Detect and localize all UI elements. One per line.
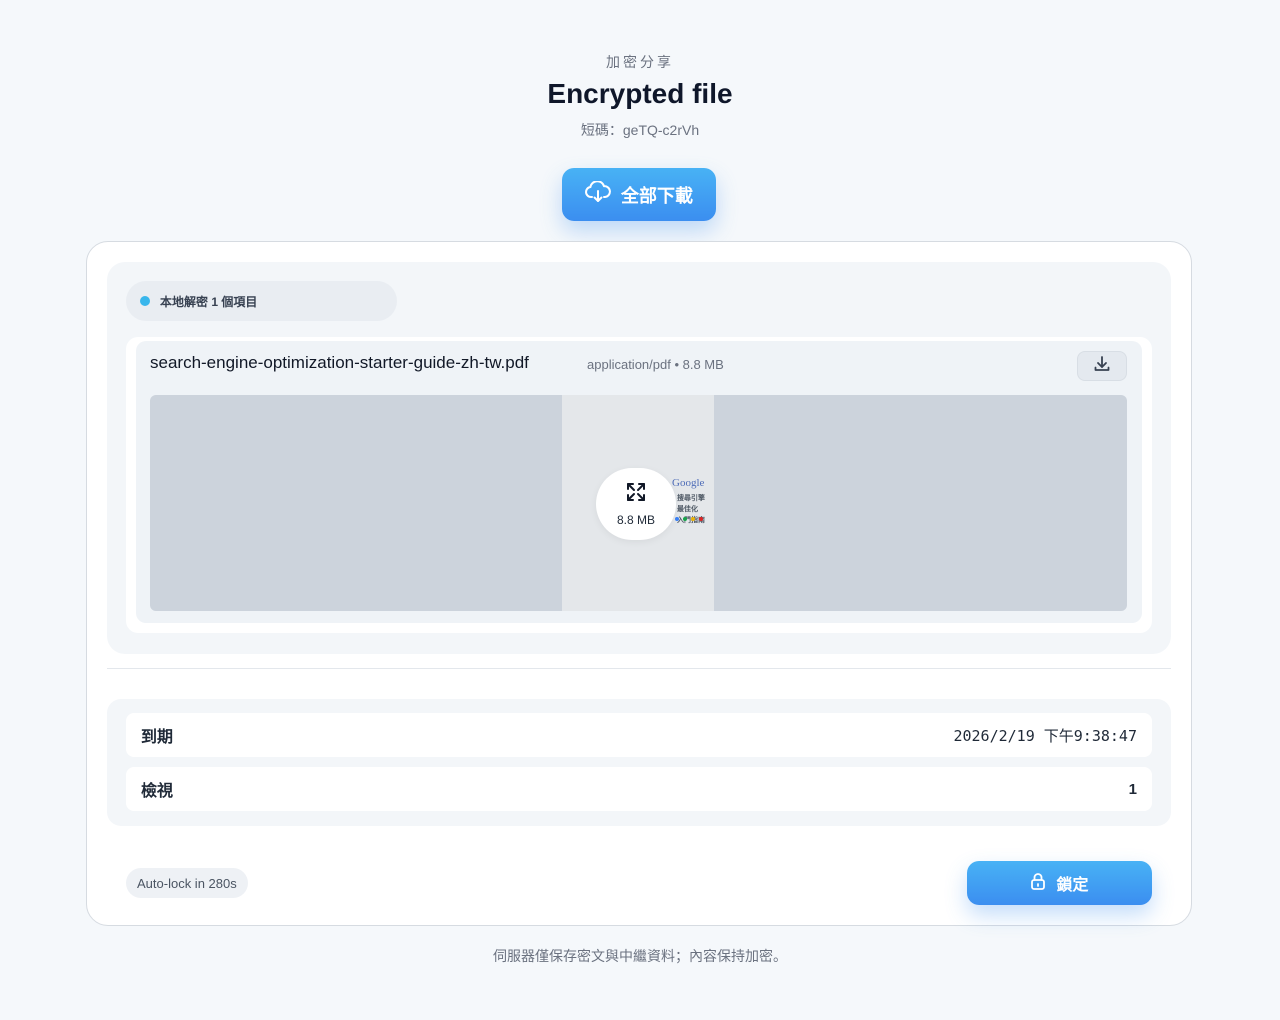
expand-preview-button[interactable]: 8.8 MB (596, 468, 676, 540)
download-all-label: 全部下載 (621, 185, 693, 206)
preview-brand: Google (672, 477, 705, 489)
expiry-value: 2026/2/19 下午9:38:47 (953, 726, 1137, 745)
status-dot (140, 296, 150, 306)
autolock-badge: Auto-lock in 280s (126, 868, 248, 898)
status-badge: 本地解密 1 個項目 (126, 281, 397, 321)
details-panel: 到期 2026/2/19 下午9:38:47 檢視 1 (107, 699, 1171, 826)
brand-dot (699, 517, 703, 521)
file-item: search-engine-optimization-starter-guide… (126, 337, 1152, 633)
preview-title-line: 搜尋引擎最佳化 (677, 495, 705, 513)
views-label: 檢視 (141, 783, 174, 800)
file-download-button[interactable] (1077, 351, 1127, 381)
lock-label: 鎖定 (1056, 877, 1089, 894)
file-item-body: search-engine-optimization-starter-guide… (136, 341, 1142, 623)
share-card: 本地解密 1 個項目 search-engine-optimization-st… (86, 241, 1192, 926)
lock-button[interactable]: 鎖定 (967, 861, 1152, 905)
footer-note: 伺服器僅保存密文與中繼資料；內容保持加密。 (493, 948, 787, 964)
preview-title: 搜尋引擎最佳化 入門指南 (677, 493, 711, 526)
lock-icon (1030, 872, 1046, 895)
expiry-label: 到期 (141, 729, 174, 746)
file-meta: application/pdf • 8.8 MB (587, 357, 724, 372)
download-all-button[interactable]: 全部下載 (562, 168, 716, 221)
expiry-row: 到期 2026/2/19 下午9:38:47 (126, 713, 1152, 757)
page-title: Encrypted file (547, 78, 733, 109)
preview-brand-dots (675, 517, 703, 521)
cloud-download-icon (585, 180, 611, 208)
views-value: 1 (1128, 780, 1137, 798)
status-text: 本地解密 1 個項目 (160, 294, 258, 309)
views-row: 檢視 1 (126, 767, 1152, 811)
eyebrow: 加密分享 (606, 54, 674, 70)
expand-icon (626, 482, 646, 507)
divider (107, 668, 1171, 669)
preview-size: 8.8 MB (616, 512, 655, 527)
download-icon (1093, 355, 1111, 378)
brand-dot (683, 517, 687, 521)
short-code: 短碼：geTQ-c2rVh (580, 122, 700, 138)
brand-dot (675, 517, 679, 521)
brand-dot (691, 517, 695, 521)
file-name: search-engine-optimization-starter-guide… (150, 353, 529, 372)
file-preview: Google 搜尋引擎最佳化 入門指南 (150, 395, 1127, 611)
files-panel: 本地解密 1 個項目 search-engine-optimization-st… (107, 262, 1171, 654)
